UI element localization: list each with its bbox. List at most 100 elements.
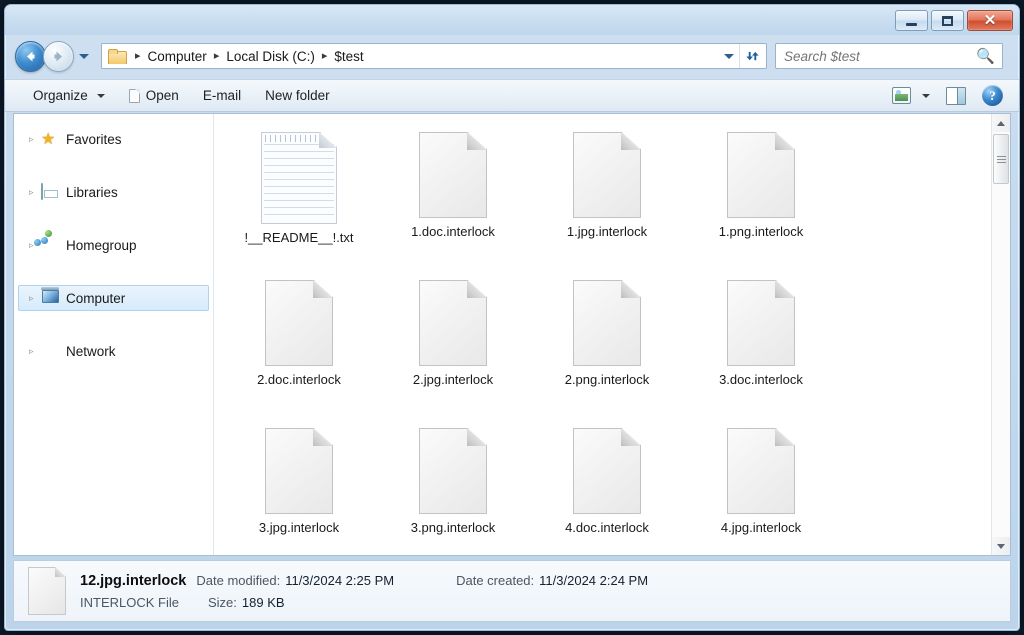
- change-view-chevron-down-icon[interactable]: [922, 93, 930, 98]
- help-icon[interactable]: ?: [982, 85, 1003, 106]
- new-folder-button[interactable]: New folder: [255, 83, 340, 108]
- details-date-created-value: 11/3/2024 2:24 PM: [539, 572, 649, 588]
- file-item[interactable]: 3.jpg.interlock: [222, 418, 376, 555]
- close-button[interactable]: ✕: [967, 10, 1013, 31]
- search-input[interactable]: [784, 48, 977, 64]
- sidebar-item-label: Network: [66, 343, 116, 359]
- breadcrumb-item-test[interactable]: $test: [334, 49, 363, 64]
- file-item[interactable]: 3.doc.interlock: [684, 270, 838, 418]
- scroll-up-button[interactable]: [992, 114, 1010, 132]
- blank-file-icon: [727, 428, 795, 514]
- text-file-icon: [261, 132, 337, 224]
- sidebar-item-label: Computer: [66, 290, 126, 306]
- breadcrumb-item-computer[interactable]: Computer: [148, 49, 207, 64]
- close-icon: ✕: [983, 12, 997, 29]
- address-bar-row: ▸ Computer ▸ Local Disk (C:) ▸ $test 🔍: [5, 35, 1019, 79]
- preview-pane-icon[interactable]: [946, 86, 966, 105]
- document-icon: [128, 88, 140, 103]
- breadcrumb-separator-0[interactable]: ▸: [130, 50, 146, 62]
- file-name: !__README__!.txt: [244, 230, 354, 245]
- details-row-primary: 12.jpg.interlock Date modified: 11/3/202…: [80, 573, 1010, 589]
- file-item[interactable]: 1.doc.interlock: [376, 122, 530, 270]
- file-name: 2.png.interlock: [564, 372, 650, 387]
- blank-file-icon: [265, 428, 333, 514]
- sidebar-item-libraries[interactable]: ▹ Libraries: [14, 179, 213, 205]
- command-bar: Organize Open E-mail New folder ?: [5, 79, 1019, 112]
- expander-icon[interactable]: ▹: [29, 346, 41, 357]
- scrollbar-track[interactable]: [992, 132, 1010, 537]
- chevron-down-icon: [96, 93, 105, 98]
- sidebar-item-label: Homegroup: [66, 237, 137, 253]
- email-label: E-mail: [202, 88, 242, 103]
- breadcrumb-separator-1[interactable]: ▸: [209, 50, 225, 62]
- command-bar-right-group: ?: [892, 85, 1019, 106]
- breadcrumb-separator-2[interactable]: ▸: [317, 50, 333, 62]
- computer-icon: [41, 290, 60, 307]
- details-date-created-label: Date created:: [456, 572, 535, 588]
- explorer-window: ✕ ▸ Computer ▸ Local Disk (C:) ▸ $test S…: [4, 4, 1020, 631]
- blank-file-icon: [573, 428, 641, 514]
- file-item[interactable]: 3.png.interlock: [376, 418, 530, 555]
- breadcrumb-item-local-disk[interactable]: Local Disk (C:): [226, 49, 315, 64]
- title-bar: ✕: [5, 5, 1019, 35]
- sidebar-item-favorites[interactable]: ▹ ★ Favorites: [14, 126, 213, 152]
- organize-button[interactable]: Organize: [23, 83, 115, 108]
- new-folder-label: New folder: [265, 88, 330, 103]
- library-icon: [41, 182, 60, 201]
- file-name: 3.jpg.interlock: [258, 520, 340, 535]
- maximize-button[interactable]: [931, 10, 964, 31]
- change-view-icon[interactable]: [892, 87, 911, 104]
- recent-pages-button[interactable]: [78, 54, 90, 59]
- file-item[interactable]: 2.jpg.interlock: [376, 270, 530, 418]
- refresh-button[interactable]: [739, 44, 765, 68]
- search-icon: 🔍: [976, 48, 995, 65]
- email-button[interactable]: E-mail: [193, 83, 251, 108]
- details-size-label: Size:: [208, 594, 237, 610]
- blank-file-icon: [419, 280, 487, 366]
- breadcrumb: ▸ Computer ▸ Local Disk (C:) ▸ $test: [102, 49, 719, 64]
- back-button[interactable]: [15, 41, 46, 72]
- network-icon: [41, 343, 60, 360]
- window-controls: ✕: [895, 10, 1013, 31]
- file-item[interactable]: !__README__!.txt: [222, 122, 376, 270]
- sidebar-item-homegroup[interactable]: ▹ Homegroup: [14, 229, 213, 258]
- expander-icon[interactable]: ▹: [29, 134, 41, 145]
- file-item[interactable]: 2.png.interlock: [530, 270, 684, 418]
- expander-icon[interactable]: ▹: [29, 187, 41, 198]
- sidebar-item-network[interactable]: ▹ Network: [14, 338, 213, 364]
- chevron-up-icon: [997, 120, 1005, 126]
- sidebar-item-computer[interactable]: ▹ Computer: [18, 285, 209, 311]
- file-item[interactable]: 1.png.interlock: [684, 122, 838, 270]
- navigation-buttons: [15, 41, 90, 72]
- grip-icon: [996, 155, 1006, 163]
- blank-file-icon: [573, 132, 641, 218]
- scrollbar-thumb[interactable]: [993, 134, 1009, 184]
- expander-icon[interactable]: ▹: [29, 293, 41, 304]
- scroll-down-button[interactable]: [992, 537, 1010, 555]
- file-item[interactable]: 1.jpg.interlock: [530, 122, 684, 270]
- blank-file-icon: [727, 280, 795, 366]
- star-icon: ★: [41, 130, 56, 148]
- details-row-secondary: INTERLOCK File Size: 189 KB: [80, 595, 1010, 610]
- address-bar[interactable]: ▸ Computer ▸ Local Disk (C:) ▸ $test: [101, 43, 767, 69]
- vertical-scrollbar[interactable]: [991, 114, 1010, 555]
- sidebar-item-label: Libraries: [66, 184, 118, 200]
- chevron-down-icon: [724, 53, 734, 59]
- sidebar-item-label: Favorites: [66, 131, 122, 147]
- maximize-icon: [942, 15, 953, 26]
- search-box[interactable]: 🔍: [775, 43, 1003, 69]
- back-arrow-icon: [27, 51, 35, 62]
- refresh-icon: [746, 51, 759, 60]
- previous-locations-button[interactable]: [719, 53, 739, 59]
- open-label: Open: [145, 88, 179, 103]
- explorer-body: ▹ ★ Favorites ▹ Libraries ▹ Homegroup ▹ …: [13, 113, 1011, 556]
- file-item[interactable]: 2.doc.interlock: [222, 270, 376, 418]
- open-button[interactable]: Open: [119, 83, 189, 108]
- file-name: 2.jpg.interlock: [412, 372, 494, 387]
- details-file-type: INTERLOCK File: [80, 594, 179, 610]
- forward-button[interactable]: [43, 41, 74, 72]
- file-item[interactable]: 4.jpg.interlock: [684, 418, 838, 555]
- minimize-button[interactable]: [895, 10, 928, 31]
- file-item[interactable]: 4.doc.interlock: [530, 418, 684, 555]
- details-date-modified-value: 11/3/2024 2:25 PM: [285, 572, 395, 588]
